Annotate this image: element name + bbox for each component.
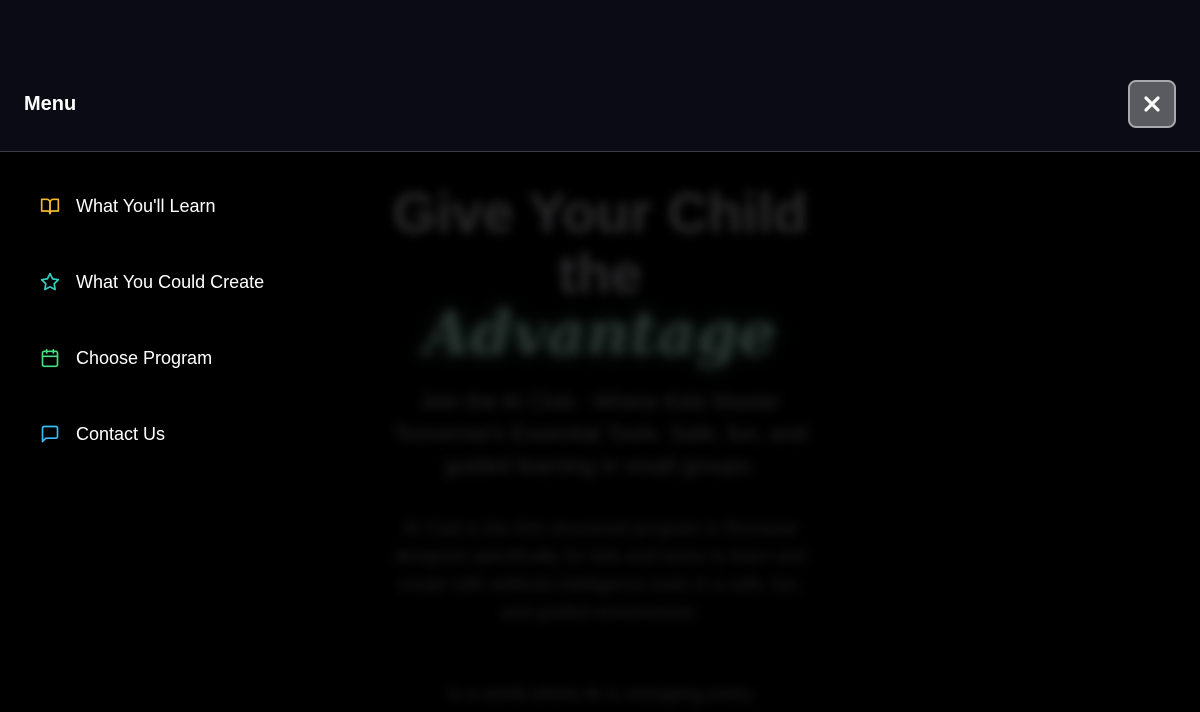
menu-item-choose-program[interactable]: Choose Program — [40, 340, 212, 376]
star-icon — [40, 272, 60, 292]
book-open-icon — [40, 196, 60, 216]
hero-title-line-2: the — [558, 242, 642, 305]
menu-title: Menu — [24, 93, 77, 115]
menu-item-label: What You'll Learn — [76, 195, 216, 216]
menu-item-contact-us[interactable]: Contact Us — [40, 416, 165, 452]
menu-item-what-you-could-create[interactable]: What You Could Create — [40, 264, 264, 300]
close-icon — [1143, 95, 1161, 113]
message-square-icon — [40, 424, 60, 444]
hero-title-line-1: Give Your Child — [392, 181, 808, 244]
hero-title-accent: Advantage — [423, 299, 777, 369]
menu-item-label: What You Could Create — [76, 271, 265, 292]
menu-item-label: Contact Us — [76, 423, 166, 444]
hero-subtitle: Join the AI Club - Where Kids Master Tom… — [393, 389, 807, 478]
calendar-icon — [40, 348, 60, 368]
hero-paragraph: AI Club is the first structured program … — [393, 518, 807, 622]
page: Give Your Child the Advantage Join the A… — [0, 0, 1200, 712]
hero-paragraph-2: In a world where AI is reshaping every — [447, 684, 753, 704]
menu-item-what-youll-learn[interactable]: What You'll Learn — [40, 188, 216, 224]
close-menu-button[interactable] — [1128, 80, 1176, 128]
hero-title: Give Your Child the Advantage — [360, 182, 840, 365]
menu-header: Menu — [0, 0, 1200, 152]
menu-item-label: Choose Program — [76, 347, 213, 368]
background-hero-section: Give Your Child the Advantage Join the A… — [0, 152, 1200, 712]
